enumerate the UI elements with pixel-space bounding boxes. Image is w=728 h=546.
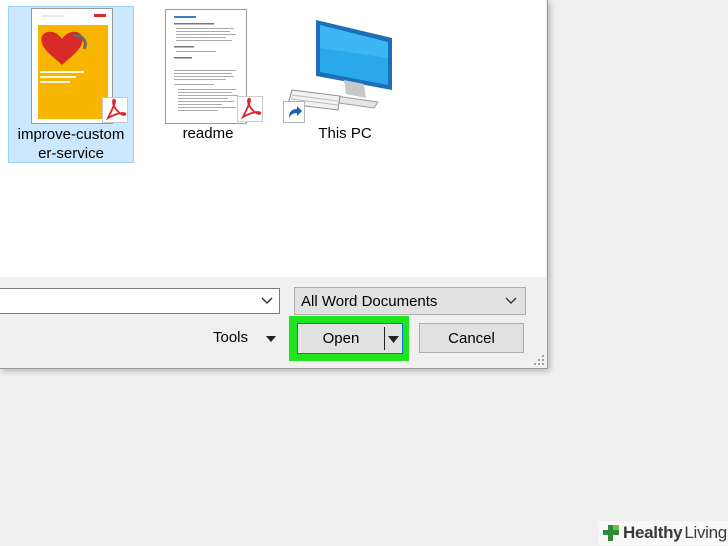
pdf-icon [237, 96, 263, 122]
watermark: Healthy Living [598, 521, 728, 545]
open-button[interactable]: Open [297, 323, 403, 354]
resize-grip-icon[interactable] [533, 354, 545, 366]
watermark-brand-bold: Healthy [623, 523, 683, 542]
chevron-down-icon [501, 288, 521, 314]
shortcut-arrow-icon [283, 101, 305, 123]
file-list-pane[interactable]: improve-custom er-service readme This PC [0, 0, 546, 277]
file-type-select[interactable]: All Word Documents [294, 287, 526, 315]
tools-button[interactable]: Tools [207, 322, 283, 352]
file-item-improve-customer-service[interactable]: improve-custom er-service [8, 6, 134, 163]
split-divider [384, 327, 385, 350]
open-file-dialog: improve-custom er-service readme This PC… [0, 0, 548, 369]
tools-label: Tools [213, 329, 249, 346]
file-name-input[interactable] [0, 288, 280, 314]
open-label: Open [322, 330, 360, 347]
cancel-label: Cancel [448, 330, 495, 347]
chevron-down-icon[interactable] [257, 289, 277, 313]
pdf-thumbnail [165, 9, 247, 124]
computer-icon [287, 20, 392, 111]
file-item-readme[interactable]: readme [145, 6, 271, 163]
file-label: readme [182, 125, 234, 142]
file-item-this-pc[interactable]: This PC [278, 6, 404, 163]
dropdown-triangle-icon [266, 336, 276, 342]
file-label: improve-custom er-service [17, 126, 125, 162]
pdf-thumbnail [31, 8, 113, 124]
document-text-preview [174, 16, 238, 111]
plus-leaf-logo-icon [603, 525, 619, 541]
document-cover-image [38, 14, 108, 119]
file-type-value: All Word Documents [301, 293, 438, 310]
watermark-brand-rest: Living [684, 523, 727, 542]
cancel-button[interactable]: Cancel [419, 323, 524, 353]
file-label: This PC [318, 125, 372, 142]
dropdown-triangle-icon[interactable] [388, 336, 399, 343]
pdf-icon [102, 97, 128, 123]
